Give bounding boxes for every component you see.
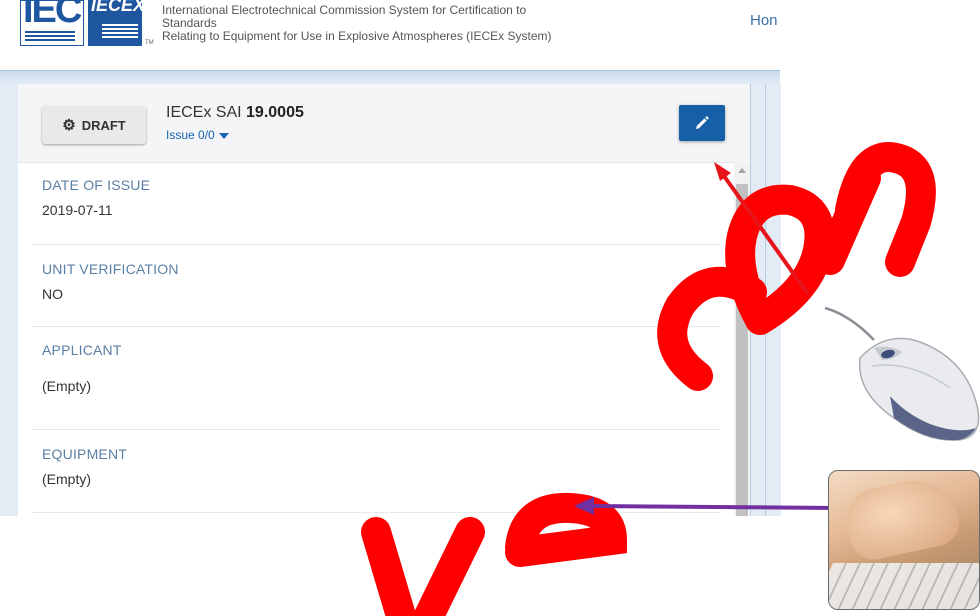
watermark-stroke xyxy=(361,517,417,616)
watermark-stroke xyxy=(505,492,628,567)
keyboard-typing-image xyxy=(828,470,980,610)
computer-mouse-image xyxy=(824,306,980,441)
watermark-stroke xyxy=(835,142,936,277)
watermark-stroke xyxy=(412,517,485,616)
hand-shape xyxy=(840,472,964,564)
keyboard-keys xyxy=(829,563,979,609)
